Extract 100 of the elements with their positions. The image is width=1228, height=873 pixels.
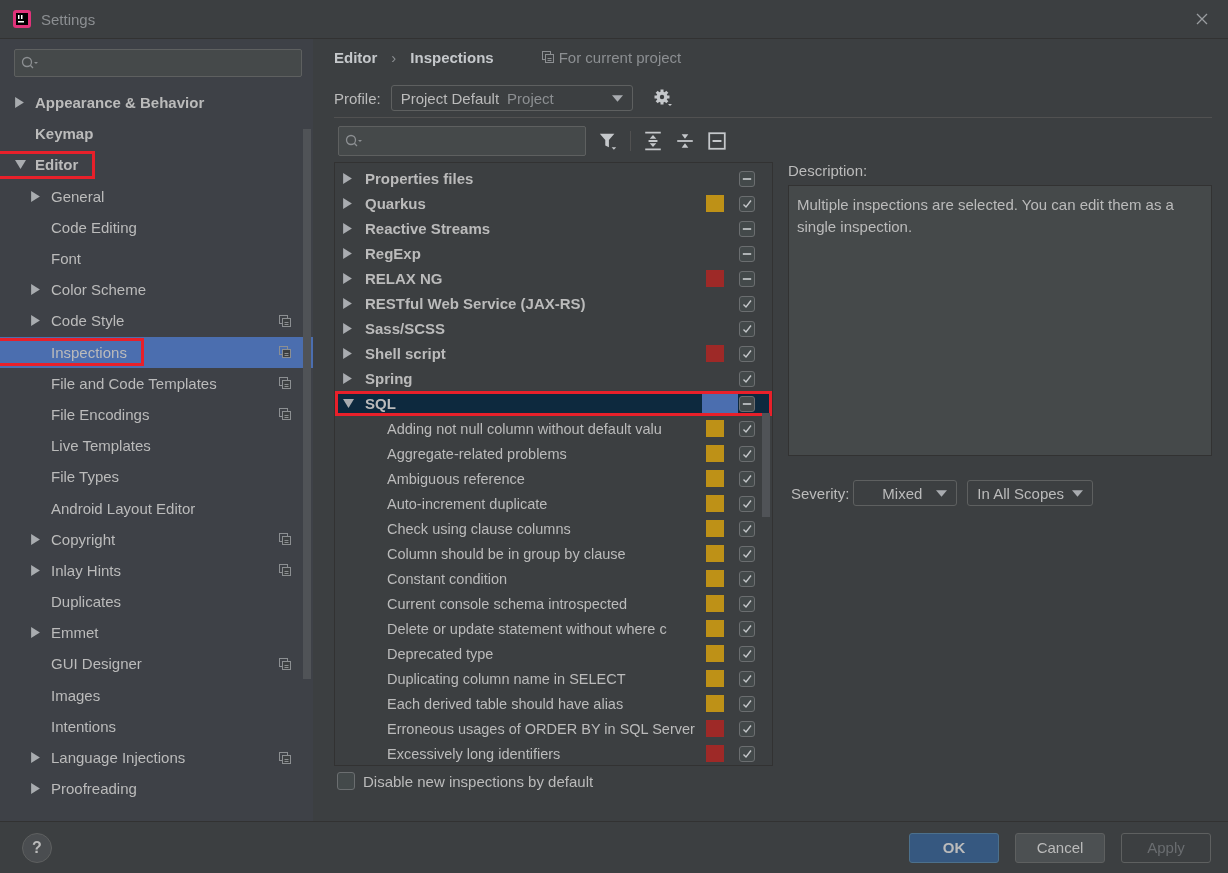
- checkbox[interactable]: [739, 270, 755, 287]
- scrollbar[interactable]: [303, 129, 311, 679]
- inspection-row[interactable]: Adding not null column without default valu: [335, 416, 772, 441]
- filter-icon[interactable]: [598, 131, 618, 151]
- sidebar-item[interactable]: Editor: [0, 149, 313, 181]
- checkbox[interactable]: [739, 520, 755, 537]
- inspection-row[interactable]: RELAX NG: [335, 266, 772, 291]
- sidebar-item[interactable]: Duplicates: [0, 586, 313, 618]
- collapsed-arrow-icon[interactable]: [31, 284, 40, 296]
- sidebar-item[interactable]: Images: [0, 679, 313, 711]
- inspection-row[interactable]: Check using clause columns: [335, 516, 772, 541]
- collapsed-arrow-icon[interactable]: [31, 627, 40, 639]
- inspection-row[interactable]: RESTful Web Service (JAX-RS): [335, 291, 772, 316]
- sidebar-item[interactable]: Emmet: [0, 617, 313, 649]
- collapsed-arrow-icon[interactable]: [343, 348, 352, 359]
- inspection-row[interactable]: Aggregate-related problems: [335, 441, 772, 466]
- checkbox[interactable]: [739, 670, 755, 687]
- sidebar-item[interactable]: GUI Designer: [0, 648, 313, 680]
- checkbox[interactable]: [739, 570, 755, 587]
- scope-dropdown[interactable]: In All Scopes: [967, 480, 1094, 506]
- checkbox[interactable]: [739, 495, 755, 512]
- inspection-row[interactable]: RegExp: [335, 241, 772, 266]
- inspection-row[interactable]: Auto-increment duplicate: [335, 491, 772, 516]
- collapsed-arrow-icon[interactable]: [31, 752, 40, 764]
- checkbox[interactable]: [739, 345, 755, 362]
- inspection-row[interactable]: Quarkus: [335, 191, 772, 216]
- inspection-row[interactable]: Reactive Streams: [335, 216, 772, 241]
- collapsed-arrow-icon[interactable]: [343, 173, 352, 184]
- collapsed-arrow-icon[interactable]: [31, 315, 40, 327]
- filter-search-field[interactable]: [338, 126, 586, 156]
- checkbox[interactable]: [739, 420, 755, 437]
- sidebar-item[interactable]: Language Injections: [0, 741, 313, 774]
- inspection-row[interactable]: Column should be in group by clause: [335, 541, 772, 566]
- checkbox[interactable]: [739, 295, 755, 312]
- checkbox[interactable]: [739, 195, 755, 212]
- inspection-row[interactable]: Deprecated type: [335, 641, 772, 666]
- help-button[interactable]: ?: [22, 832, 52, 863]
- collapsed-arrow-icon[interactable]: [343, 323, 352, 334]
- sidebar-item[interactable]: File Encodings: [0, 398, 313, 431]
- sidebar-item[interactable]: Font: [0, 242, 313, 275]
- dialog-button[interactable]: Cancel: [1015, 832, 1105, 863]
- sidebar-item[interactable]: General: [0, 180, 313, 212]
- close-icon[interactable]: [1196, 13, 1208, 25]
- sidebar-item[interactable]: Intentions: [0, 710, 313, 742]
- checkbox[interactable]: [739, 395, 755, 412]
- collapsed-arrow-icon[interactable]: [31, 564, 40, 576]
- sidebar-item[interactable]: File Types: [0, 461, 313, 493]
- checkbox[interactable]: [739, 220, 755, 237]
- breadcrumb-parent[interactable]: Editor: [334, 48, 378, 66]
- checkbox[interactable]: [739, 745, 755, 762]
- sidebar-item[interactable]: Live Templates: [0, 430, 313, 462]
- collapse-all-icon[interactable]: [675, 131, 695, 151]
- collapsed-arrow-icon[interactable]: [31, 190, 40, 202]
- ok-button[interactable]: OK: [909, 832, 999, 863]
- sidebar-item[interactable]: Code Style: [0, 305, 313, 337]
- collapsed-arrow-icon[interactable]: [31, 533, 40, 545]
- collapsed-arrow-icon[interactable]: [343, 273, 352, 284]
- checkbox[interactable]: [739, 470, 755, 487]
- checkbox[interactable]: [739, 320, 755, 337]
- expand-all-icon[interactable]: [643, 131, 663, 151]
- inspection-row[interactable]: Shell script: [335, 341, 772, 366]
- search-field[interactable]: [14, 49, 302, 77]
- checkbox[interactable]: [739, 720, 755, 737]
- checkbox[interactable]: [739, 645, 755, 662]
- reset-icon[interactable]: [707, 131, 727, 151]
- inspection-row[interactable]: Delete or update statement without where c: [335, 616, 772, 641]
- inspection-row[interactable]: Duplicating column name in SELECT: [335, 666, 772, 691]
- checkbox[interactable]: [739, 445, 755, 462]
- inspection-row[interactable]: Constant condition: [335, 566, 772, 591]
- checkbox[interactable]: [739, 370, 755, 387]
- sidebar-item[interactable]: Color Scheme: [0, 274, 313, 306]
- sidebar-item[interactable]: Proofreading: [0, 773, 313, 805]
- checkbox[interactable]: [739, 595, 755, 612]
- inspection-row[interactable]: Erroneous usages of ORDER BY in SQL Server: [335, 716, 772, 741]
- collapsed-arrow-icon[interactable]: [343, 373, 352, 384]
- sidebar-item[interactable]: Appearance & Behavior: [0, 87, 313, 119]
- inspection-row[interactable]: Spring: [335, 366, 772, 391]
- inspection-row[interactable]: Each derived table should have alias: [335, 691, 772, 716]
- collapsed-arrow-icon[interactable]: [343, 198, 352, 209]
- inspection-row[interactable]: Properties files: [335, 166, 772, 191]
- gear-icon[interactable]: [652, 88, 673, 108]
- inspection-row[interactable]: Current console schema introspected: [335, 591, 772, 616]
- scrollbar[interactable]: [762, 413, 770, 517]
- checkbox[interactable]: [739, 170, 755, 187]
- severity-dropdown[interactable]: Mixed: [853, 480, 958, 506]
- checkbox[interactable]: [337, 772, 355, 790]
- sidebar-item[interactable]: Code Editing: [0, 211, 313, 243]
- collapsed-arrow-icon[interactable]: [15, 97, 24, 109]
- expanded-arrow-icon[interactable]: [343, 399, 354, 408]
- checkbox[interactable]: [739, 545, 755, 562]
- inspection-row[interactable]: Excessively long identifiers: [335, 741, 772, 765]
- collapsed-arrow-icon[interactable]: [343, 298, 352, 309]
- sidebar-item[interactable]: Inlay Hints: [0, 554, 313, 586]
- inspection-row[interactable]: SQL: [335, 391, 772, 416]
- sidebar-item[interactable]: Copyright: [0, 523, 313, 555]
- collapsed-arrow-icon[interactable]: [343, 223, 352, 234]
- inspection-row[interactable]: Ambiguous reference: [335, 466, 772, 491]
- collapsed-arrow-icon[interactable]: [343, 248, 352, 259]
- expanded-arrow-icon[interactable]: [15, 160, 26, 170]
- profile-dropdown[interactable]: Project Default Project: [390, 85, 633, 111]
